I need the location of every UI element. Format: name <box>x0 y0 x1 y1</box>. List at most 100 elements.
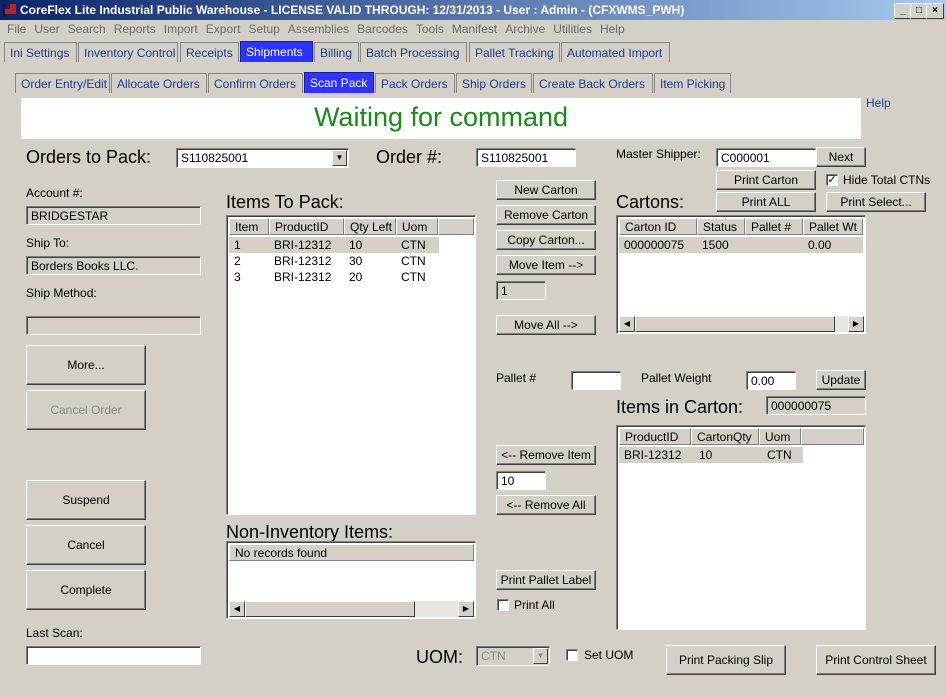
remove-item-button[interactable]: <-- Remove Item <box>496 445 596 465</box>
scroll-thumb[interactable] <box>635 316 835 332</box>
menu-import[interactable]: Import <box>164 20 198 39</box>
menu-export[interactable]: Export <box>206 20 241 39</box>
scroll-left-icon[interactable]: ◀ <box>619 316 635 332</box>
cartons-list[interactable]: Carton ID Status Pallet # Pallet Wt 0000… <box>616 215 866 334</box>
menu-manifest[interactable]: Manifest <box>452 20 497 39</box>
column-header-status[interactable]: Status <box>697 218 745 235</box>
update-button[interactable]: Update <box>816 370 866 390</box>
more-button[interactable]: More... <box>26 345 146 385</box>
pallet-number-input[interactable] <box>571 371 621 390</box>
master-shipper-field[interactable]: C000001 <box>716 148 816 167</box>
column-header-productid[interactable]: ProductID <box>269 218 344 235</box>
remove-quantity-field[interactable]: 10 <box>496 471 546 490</box>
items-in-carton-list[interactable]: ProductID CartonQty Uom BRI-12312 10 CTN <box>616 425 866 630</box>
tab-order-entry[interactable]: Order Entry/Edit <box>15 73 110 93</box>
orders-to-pack-label: Orders to Pack: <box>26 147 152 167</box>
column-header-carton-qty[interactable]: CartonQty <box>691 428 759 445</box>
next-button[interactable]: Next <box>816 147 866 167</box>
horizontal-scrollbar[interactable]: ◀ ▶ <box>619 316 864 332</box>
column-header-spacer <box>438 218 474 235</box>
copy-carton-button[interactable]: Copy Carton... <box>496 230 596 250</box>
column-header-item[interactable]: Item <box>229 218 269 235</box>
move-item-button[interactable]: Move Item --> <box>496 255 596 275</box>
cell-status: 1500 <box>702 238 729 252</box>
print-control-sheet-button[interactable]: Print Control Sheet <box>816 645 936 675</box>
table-row[interactable]: 2 BRI-12312 30 CTN <box>229 253 439 269</box>
tab-billing[interactable]: Billing <box>314 42 359 62</box>
new-carton-button[interactable]: New Carton <box>496 180 596 200</box>
orders-to-pack-select[interactable]: S110825001 ▼ <box>176 148 349 168</box>
last-scan-input[interactable] <box>26 646 201 665</box>
menu-assemblies[interactable]: Assemblies <box>288 20 349 39</box>
tab-allocate-orders[interactable]: Allocate Orders <box>111 73 207 93</box>
cancel-button[interactable]: Cancel <box>26 525 146 565</box>
close-button[interactable]: × <box>926 3 944 19</box>
print-carton-button[interactable]: Print Carton <box>716 170 816 190</box>
table-row[interactable]: BRI-12312 10 CTN <box>619 447 803 463</box>
tab-inventory-control[interactable]: Inventory Control <box>78 42 178 62</box>
scroll-right-icon[interactable]: ▶ <box>458 601 474 617</box>
print-packing-slip-button[interactable]: Print Packing Slip <box>666 645 786 675</box>
menu-search[interactable]: Search <box>68 20 106 39</box>
cell-item: 2 <box>234 254 241 268</box>
scroll-left-icon[interactable]: ◀ <box>229 601 245 617</box>
tab-receipts[interactable]: Receipts <box>180 42 239 62</box>
menu-archive[interactable]: Archive <box>505 20 545 39</box>
tab-ini-settings[interactable]: Ini Settings <box>4 42 77 62</box>
remove-all-button[interactable]: <-- Remove All <box>496 495 596 515</box>
tab-pallet-tracking[interactable]: Pallet Tracking <box>469 42 560 62</box>
tab-automated-import[interactable]: Automated Import <box>561 42 670 62</box>
hide-total-ctns-checkbox[interactable]: ✓ <box>826 174 838 186</box>
tab-ship-orders[interactable]: Ship Orders <box>456 73 532 93</box>
table-row[interactable]: 3 BRI-12312 20 CTN <box>229 269 439 285</box>
print-select-button[interactable]: Print Select... <box>826 192 926 212</box>
suspend-button[interactable]: Suspend <box>26 480 146 520</box>
cancel-order-button[interactable]: Cancel Order <box>26 390 146 430</box>
cell-productid: BRI-12312 <box>274 270 332 284</box>
column-header-productid[interactable]: ProductID <box>619 428 691 445</box>
move-quantity-field[interactable]: 1 <box>496 281 546 300</box>
menu-file[interactable]: File <box>7 20 26 39</box>
menu-utilities[interactable]: Utilities <box>553 20 592 39</box>
menu-help[interactable]: Help <box>600 20 625 39</box>
print-pallet-label-button[interactable]: Print Pallet Label <box>496 570 596 590</box>
menu-tools[interactable]: Tools <box>416 20 444 39</box>
scroll-right-icon[interactable]: ▶ <box>848 316 864 332</box>
horizontal-scrollbar[interactable]: ◀ ▶ <box>229 601 474 617</box>
scroll-thumb[interactable] <box>245 601 415 617</box>
uom-select[interactable]: CTN ▼ <box>476 646 550 666</box>
move-all-button[interactable]: Move All --> <box>496 315 596 335</box>
tab-scan-pack[interactable]: Scan Pack <box>304 72 374 93</box>
help-link[interactable]: Help <box>866 96 891 110</box>
complete-button[interactable]: Complete <box>26 570 146 610</box>
chevron-down-icon[interactable]: ▼ <box>332 150 347 166</box>
column-header-pallet-number[interactable]: Pallet # <box>745 218 803 235</box>
order-number-field[interactable]: S110825001 <box>476 148 576 167</box>
tab-pack-orders[interactable]: Pack Orders <box>375 73 455 93</box>
column-header-pallet-weight[interactable]: Pallet Wt <box>803 218 863 235</box>
column-header-carton-id[interactable]: Carton ID <box>619 218 697 235</box>
tab-item-picking[interactable]: Item Picking <box>654 73 731 93</box>
menu-barcodes[interactable]: Barcodes <box>357 20 408 39</box>
tab-create-back-orders[interactable]: Create Back Orders <box>533 73 653 93</box>
menu-setup[interactable]: Setup <box>248 20 279 39</box>
table-row[interactable]: 000000075 1500 0.00 <box>619 237 863 253</box>
print-all-cartons-button[interactable]: Print ALL <box>716 192 816 212</box>
non-inventory-list[interactable]: No records found ◀ ▶ <box>226 541 476 619</box>
tab-shipments[interactable]: Shipments <box>240 41 313 62</box>
items-to-pack-list[interactable]: Item ProductID Qty Left Uom 1 BRI-12312 … <box>226 215 476 515</box>
set-uom-checkbox[interactable] <box>566 649 578 661</box>
tab-batch-processing[interactable]: Batch Processing <box>360 42 467 62</box>
column-header-qty-left[interactable]: Qty Left <box>344 218 396 235</box>
pallet-weight-input[interactable]: 0.00 <box>746 371 796 390</box>
column-header-spacer <box>801 428 864 445</box>
table-row[interactable]: 1 BRI-12312 10 CTN <box>229 237 439 253</box>
column-header-uom[interactable]: Uom <box>396 218 438 235</box>
tab-confirm-orders[interactable]: Confirm Orders <box>208 73 303 93</box>
column-header-uom[interactable]: Uom <box>759 428 801 445</box>
chevron-down-icon[interactable]: ▼ <box>533 648 548 664</box>
remove-carton-button[interactable]: Remove Carton <box>496 205 596 225</box>
print-all-checkbox[interactable] <box>497 599 509 611</box>
menu-user[interactable]: User <box>34 20 59 39</box>
menu-reports[interactable]: Reports <box>114 20 156 39</box>
